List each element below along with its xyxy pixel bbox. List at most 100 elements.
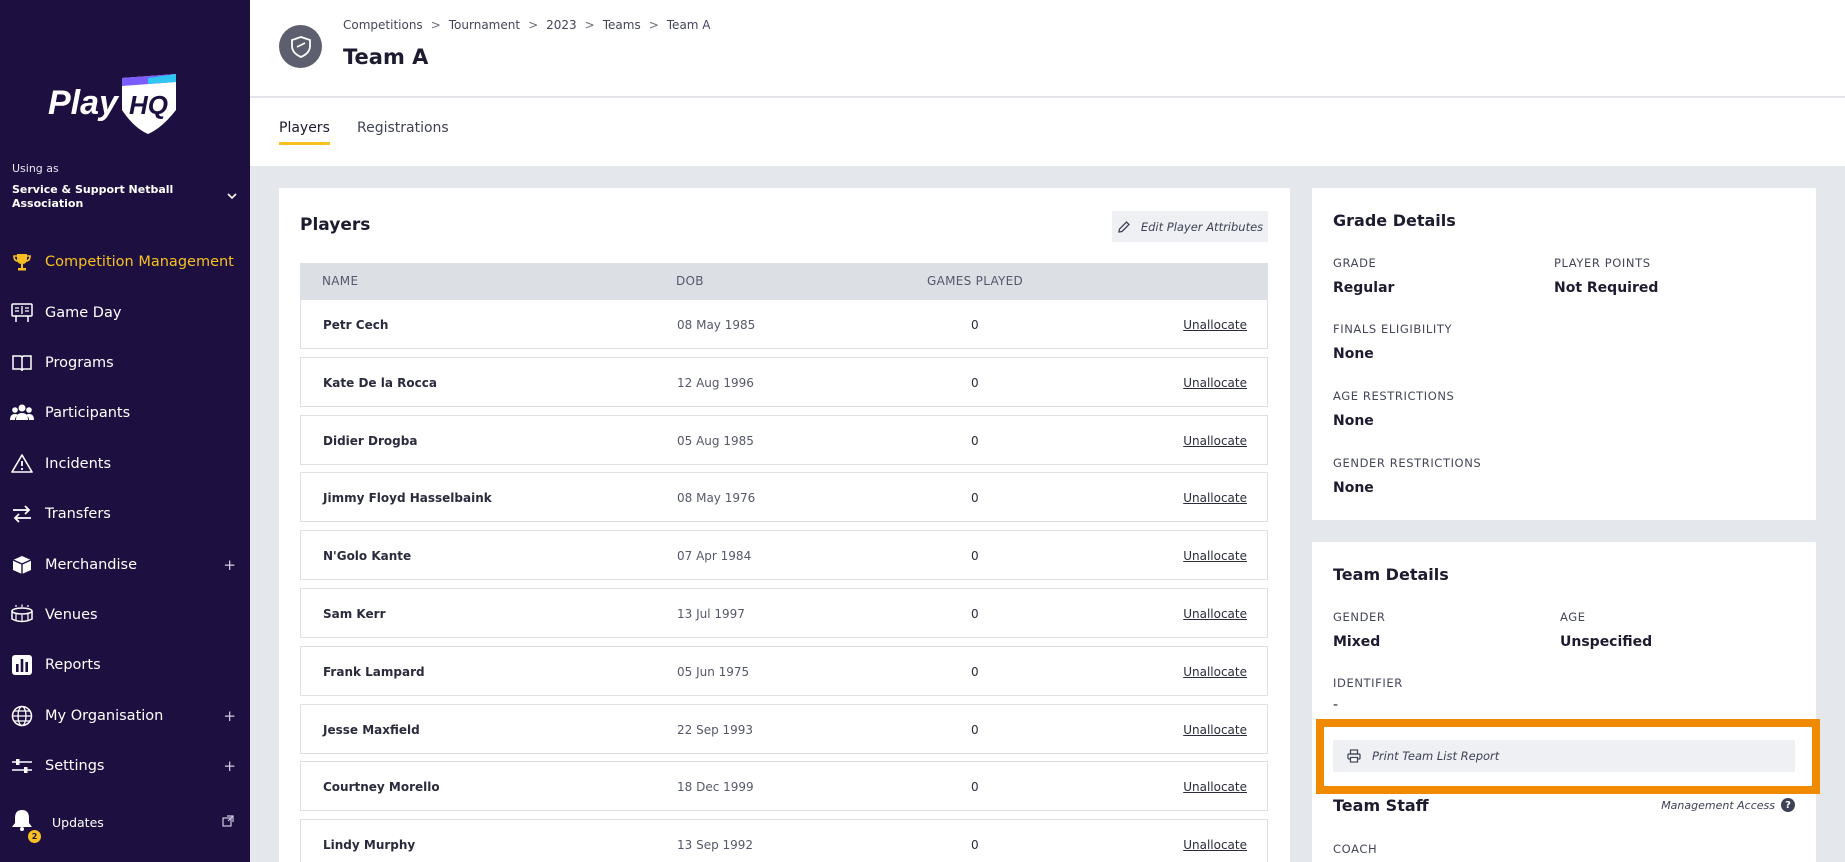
grade-details-title: Grade Details bbox=[1333, 211, 1456, 230]
sidebar-item-label: Programs bbox=[45, 354, 114, 371]
unallocate-link[interactable]: Unallocate bbox=[1183, 549, 1247, 563]
stadium-icon bbox=[10, 603, 34, 627]
table-row: Petr Cech 08 May 1985 0 Unallocate bbox=[300, 299, 1268, 349]
expand-plus-icon[interactable]: + bbox=[223, 556, 236, 574]
breadcrumb-teams[interactable]: Teams bbox=[603, 18, 641, 32]
sidebar-item-transfers[interactable]: Transfers bbox=[0, 489, 250, 539]
svg-text:HQ: HQ bbox=[129, 90, 168, 120]
player-games-played: 0 bbox=[971, 491, 979, 506]
tab-players[interactable]: Players bbox=[279, 120, 330, 145]
player-games-played: 0 bbox=[971, 549, 979, 564]
print-button-highlight bbox=[1316, 719, 1820, 794]
sidebar-item-settings[interactable]: Settings + bbox=[0, 741, 250, 791]
management-access[interactable]: Management Access ? bbox=[1661, 798, 1795, 812]
sidebar-item-label: My Organisation bbox=[45, 707, 164, 724]
player-name: Frank Lampard bbox=[323, 664, 425, 679]
pencil-icon bbox=[1118, 220, 1130, 233]
people-icon bbox=[10, 401, 34, 425]
table-row: Kate De la Rocca 12 Aug 1996 0 Unallocat… bbox=[300, 356, 1268, 407]
team-staff-title: Team Staff bbox=[1333, 796, 1429, 815]
team-shield-icon bbox=[279, 25, 322, 68]
player-dob: 13 Sep 1992 bbox=[677, 838, 754, 853]
expand-plus-icon[interactable]: + bbox=[223, 757, 236, 775]
updates-count-badge: 2 bbox=[28, 830, 41, 843]
using-as-label: Using as bbox=[12, 162, 59, 175]
player-points-value: Not Required bbox=[1554, 280, 1659, 296]
players-title: Players bbox=[300, 215, 371, 235]
sidebar-item-competition-management[interactable]: Competition Management bbox=[0, 237, 250, 287]
column-header-dob: DOB bbox=[676, 274, 704, 288]
sidebar-item-reports[interactable]: Reports bbox=[0, 640, 250, 690]
table-row: Frank Lampard 05 Jun 1975 0 Unallocate bbox=[300, 645, 1268, 696]
sidebar: Play HQ Using as Service & Support Netba… bbox=[0, 0, 250, 862]
table-row: Courtney Morello 18 Dec 1999 0 Unallocat… bbox=[300, 761, 1268, 812]
external-link-icon[interactable] bbox=[222, 815, 234, 827]
unallocate-link[interactable]: Unallocate bbox=[1183, 318, 1247, 332]
sidebar-item-venues[interactable]: Venues bbox=[0, 590, 250, 640]
player-dob: 22 Sep 1993 bbox=[677, 722, 754, 737]
player-games-played: 0 bbox=[971, 722, 979, 737]
table-row: Lindy Murphy 13 Sep 1992 0 Unallocate bbox=[300, 819, 1268, 862]
unallocate-link[interactable]: Unallocate bbox=[1183, 491, 1247, 505]
breadcrumb-separator: > bbox=[528, 18, 539, 32]
edit-player-attributes-button[interactable]: Edit Player Attributes bbox=[1112, 211, 1268, 242]
tab-registrations[interactable]: Registrations bbox=[357, 120, 449, 142]
player-dob: 05 Aug 1985 bbox=[677, 433, 754, 448]
sidebar-item-participants[interactable]: Participants bbox=[0, 388, 250, 438]
organisation-name[interactable]: Service & Support Netball Association bbox=[12, 183, 192, 211]
breadcrumb-2023[interactable]: 2023 bbox=[546, 18, 577, 32]
player-name: Didier Drogba bbox=[323, 433, 418, 448]
unallocate-link[interactable]: Unallocate bbox=[1183, 607, 1247, 621]
player-dob: 05 Jun 1975 bbox=[677, 664, 750, 679]
bar-chart-icon bbox=[10, 653, 34, 677]
sidebar-item-label: Incidents bbox=[45, 455, 112, 472]
sidebar-item-merchandise[interactable]: Merchandise + bbox=[0, 539, 250, 589]
table-row: Jesse Maxfield 22 Sep 1993 0 Unallocate bbox=[300, 703, 1268, 754]
sidebar-item-game-day[interactable]: Game Day bbox=[0, 287, 250, 337]
playhq-logo[interactable]: Play HQ bbox=[44, 72, 184, 136]
grade-details-card: Grade Details GRADE Regular PLAYER POINT… bbox=[1312, 188, 1816, 520]
player-dob: 18 Dec 1999 bbox=[677, 780, 754, 795]
box-icon bbox=[10, 553, 34, 577]
unallocate-link[interactable]: Unallocate bbox=[1183, 780, 1247, 794]
transfer-arrows-icon bbox=[10, 502, 34, 526]
unallocate-link[interactable]: Unallocate bbox=[1183, 723, 1247, 737]
chevron-down-icon[interactable] bbox=[224, 188, 240, 204]
player-games-played: 0 bbox=[971, 606, 979, 621]
book-icon bbox=[10, 351, 34, 375]
unallocate-link[interactable]: Unallocate bbox=[1183, 665, 1247, 679]
player-games-played: 0 bbox=[971, 838, 979, 853]
player-games-played: 0 bbox=[971, 375, 979, 390]
breadcrumb-team-a: Team A bbox=[666, 18, 711, 32]
player-games-played: 0 bbox=[971, 318, 979, 332]
player-name: Jimmy Floyd Hasselbaink bbox=[323, 491, 492, 506]
help-icon[interactable]: ? bbox=[1781, 798, 1795, 812]
player-points-label: PLAYER POINTS bbox=[1554, 256, 1651, 270]
sidebar-item-my-organisation[interactable]: My Organisation + bbox=[0, 691, 250, 741]
breadcrumb-tournament[interactable]: Tournament bbox=[449, 18, 520, 32]
age-value: Unspecified bbox=[1560, 634, 1653, 650]
table-row: Sam Kerr 13 Jul 1997 0 Unallocate bbox=[300, 587, 1268, 638]
sidebar-item-label: Settings bbox=[45, 758, 105, 775]
gender-label: GENDER bbox=[1333, 610, 1386, 624]
unallocate-link[interactable]: Unallocate bbox=[1183, 434, 1247, 448]
sidebar-nav: Competition Management Game Day Programs… bbox=[0, 237, 250, 791]
sidebar-item-updates[interactable]: 2 Updates bbox=[0, 805, 250, 843]
sidebar-item-label: Merchandise bbox=[45, 556, 138, 573]
unallocate-link[interactable]: Unallocate bbox=[1183, 376, 1247, 390]
player-games-played: 0 bbox=[971, 664, 979, 679]
sidebar-item-programs[interactable]: Programs bbox=[0, 338, 250, 388]
management-access-label: Management Access bbox=[1661, 798, 1775, 812]
unallocate-link[interactable]: Unallocate bbox=[1183, 838, 1247, 852]
grade-label: GRADE bbox=[1333, 256, 1377, 270]
expand-plus-icon[interactable]: + bbox=[223, 707, 236, 725]
player-dob: 08 May 1985 bbox=[677, 318, 756, 332]
sidebar-item-incidents[interactable]: Incidents bbox=[0, 439, 250, 489]
team-details-card: Team Details GENDER Mixed AGE Unspecifie… bbox=[1312, 542, 1816, 862]
age-label: AGE bbox=[1560, 610, 1586, 624]
breadcrumb-competitions[interactable]: Competitions bbox=[343, 18, 423, 32]
table-row: N'Golo Kante 07 Apr 1984 0 Unallocate bbox=[300, 530, 1268, 581]
team-details-title: Team Details bbox=[1333, 565, 1449, 584]
warning-icon bbox=[10, 452, 34, 476]
grade-value: Regular bbox=[1333, 280, 1395, 296]
